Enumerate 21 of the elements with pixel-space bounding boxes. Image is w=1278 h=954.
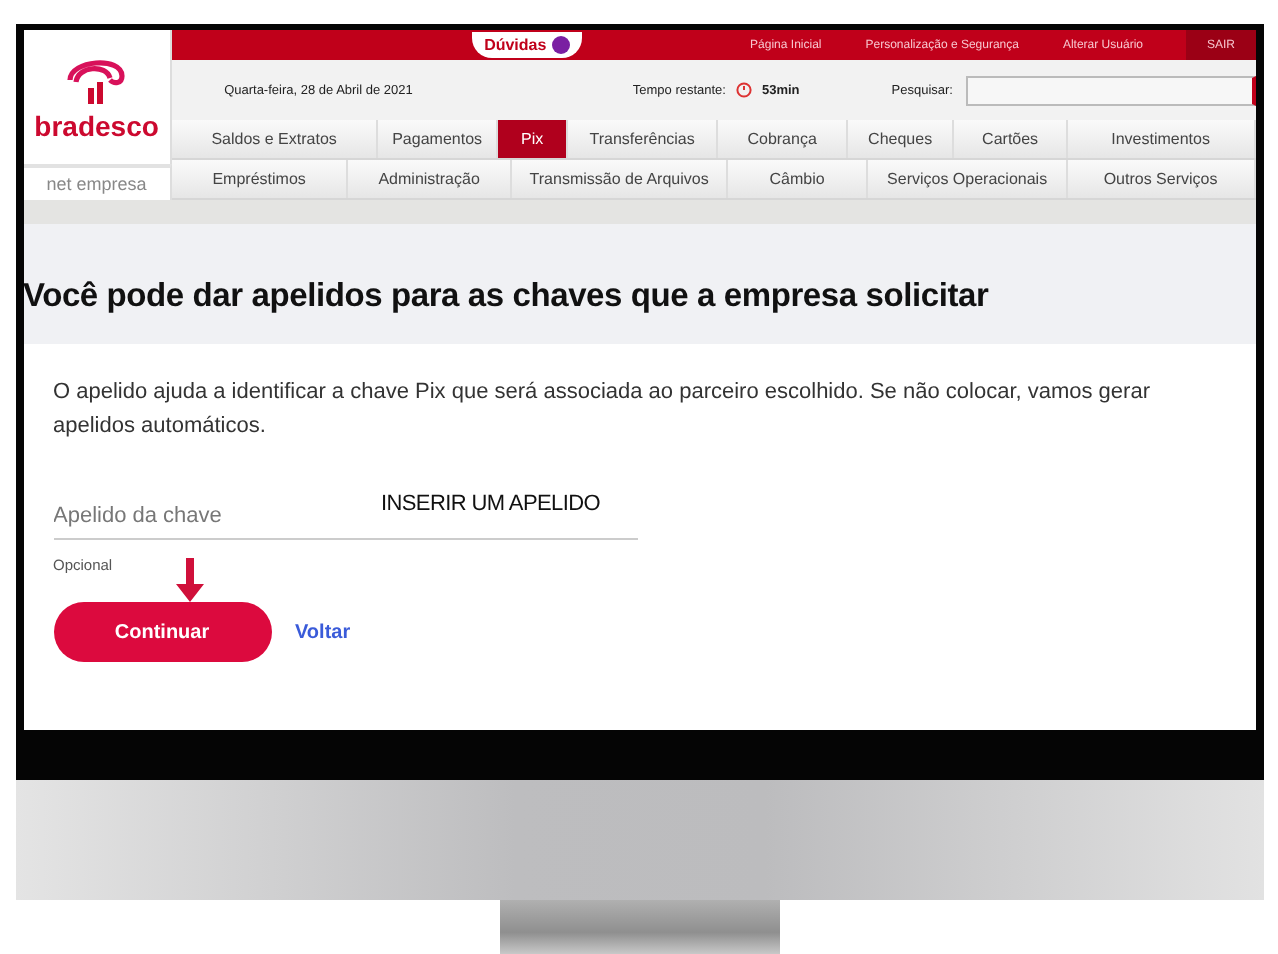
annotation-text: INSERIR UM APELIDO (381, 492, 601, 516)
nav-tab[interactable]: Câmbio (728, 160, 869, 198)
nav-tab[interactable]: Transferências (568, 120, 719, 158)
nav-tab[interactable]: Empréstimos (172, 160, 349, 198)
page-heading: Você pode dar apelidos para as chaves que a empresa solicitar (23, 278, 989, 316)
nav-tab[interactable]: Cartões (954, 120, 1069, 158)
nav-tab[interactable]: Outros Serviços (1068, 160, 1255, 198)
nav-tab[interactable]: Cheques (848, 120, 955, 158)
back-link[interactable]: Voltar (295, 621, 351, 643)
nav-tab[interactable]: Cobrança (718, 120, 849, 158)
description-text: O apelido ajuda a identificar a chave Pix que será associada ao parceiro escolhido. Se não colocar, vamos gerar apelidos automáticos. (53, 378, 1152, 442)
nav-tab[interactable]: Saldos e Extratos (172, 120, 379, 158)
product-name: net empresa (23, 164, 173, 200)
nav-tab[interactable]: Serviços Operacionais (868, 160, 1069, 198)
nav-tab[interactable]: Transmissão de Arquivos (512, 160, 729, 198)
nav-tab[interactable]: Pix (498, 120, 569, 158)
logo-text: bradesco (34, 109, 159, 141)
nav-tab[interactable]: Administração (348, 160, 513, 198)
nav-tab[interactable]: Investimentos (1068, 120, 1255, 158)
help-link[interactable]: Dúvidas (472, 32, 583, 58)
continue-button[interactable]: Continuar (53, 602, 271, 662)
